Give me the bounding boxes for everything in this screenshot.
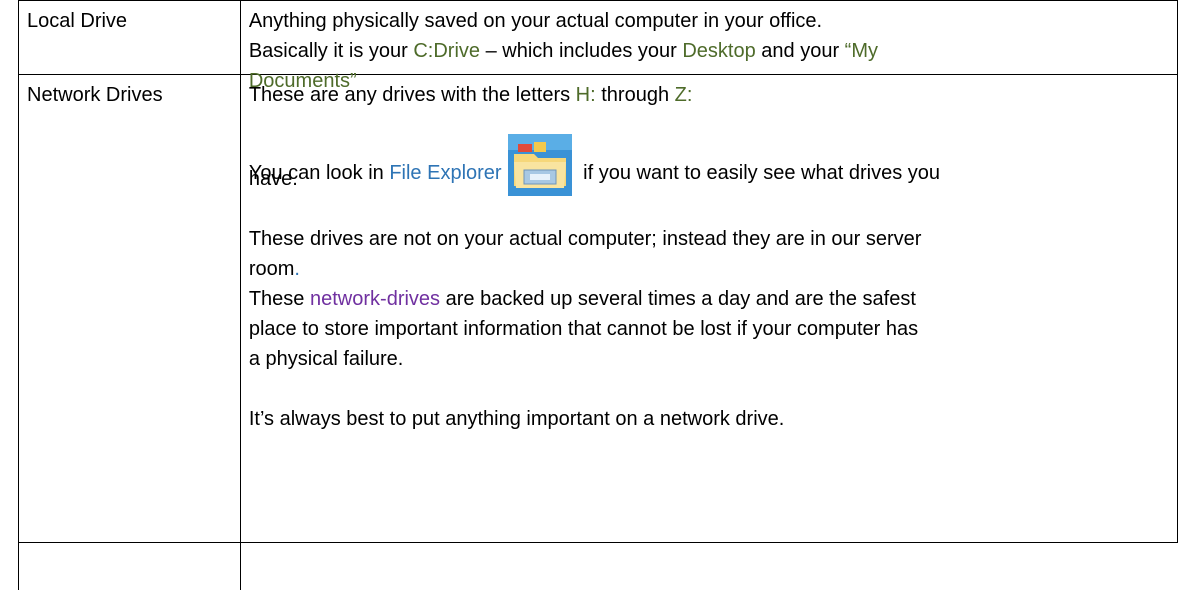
text-fragment: These are any drives with the letters <box>248 84 576 106</box>
text-fragment: and your <box>755 40 845 62</box>
term-cell: Local Drive <box>18 0 241 75</box>
term-network-drives: Network Drives <box>27 84 163 106</box>
drives-table: Local Drive Anything physically saved on… <box>18 0 1179 543</box>
drive-letters-line: These are any drives with the letters H:… <box>249 80 1167 110</box>
table-border-left <box>18 534 19 590</box>
file-explorer-link[interactable]: File Explorer <box>389 162 501 184</box>
local-drive-line-2: Basically it is your C:Drive – which inc… <box>249 36 1167 66</box>
local-drive-description: Anything physically saved on your actual… <box>241 1 1177 92</box>
best-practice-line: It’s always best to put anything importa… <box>248 408 785 430</box>
desktop-term: Desktop <box>682 40 756 62</box>
table-border-divider <box>240 534 241 590</box>
local-drive-line-1: Anything physically saved on your actual… <box>248 10 823 32</box>
backup-line-2: place to store important information tha… <box>248 318 919 340</box>
text-fragment: room <box>248 258 295 280</box>
table-row-network-drives: Network Drives These are any drives with… <box>18 74 1179 543</box>
backup-line-1: These network-drives are backed up sever… <box>249 284 1167 314</box>
text-fragment: These <box>248 288 310 310</box>
table-row-local-drive: Local Drive Anything physically saved on… <box>18 0 1179 92</box>
c-drive-term: C:Drive <box>413 40 481 62</box>
text-fragment: through <box>595 84 675 106</box>
file-explorer-line: You can look in File Explorer if you wan… <box>249 134 1167 196</box>
text-fragment: Basically it is your <box>248 40 414 62</box>
text-fragment: You can look in <box>248 162 390 184</box>
server-line-2: room. <box>249 254 1167 284</box>
term-cell: Network Drives <box>18 74 241 543</box>
drive-letter-z: Z: <box>674 84 693 106</box>
folder-icon <box>507 134 572 196</box>
network-drives-description: These are any drives with the letters H:… <box>241 75 1177 542</box>
text-fragment: if you want to easily see what drives yo… <box>577 162 940 184</box>
description-cell: Anything physically saved on your actual… <box>239 0 1179 92</box>
my-documents-term-open: “My <box>844 40 878 62</box>
backup-line-3: a physical failure. <box>248 348 404 370</box>
text-fragment: . <box>294 258 300 280</box>
text-fragment: are backed up several times a day and ar… <box>440 288 916 310</box>
drive-letter-h: H: <box>575 84 596 106</box>
file-explorer-icon <box>507 134 572 196</box>
server-line-1: These drives are not on your actual comp… <box>248 228 922 250</box>
text-fragment: – which includes your <box>480 40 683 62</box>
term-local-drive: Local Drive <box>27 10 128 32</box>
network-drives-term: network-drives <box>310 288 441 310</box>
description-cell: These are any drives with the letters H:… <box>239 74 1179 543</box>
